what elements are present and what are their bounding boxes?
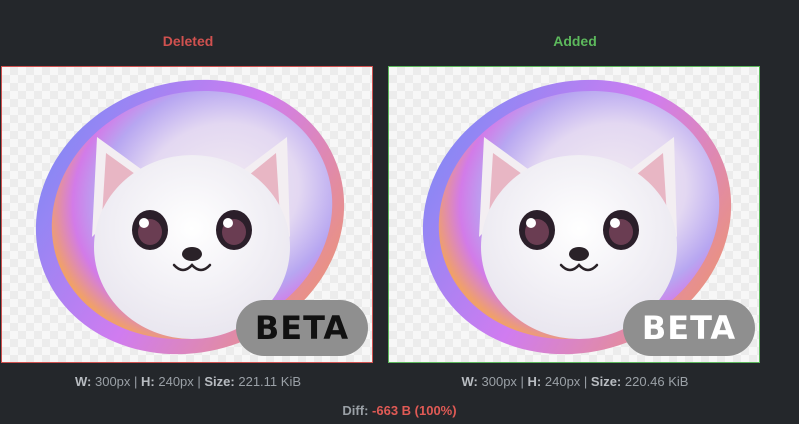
added-image-frame: BETA bbox=[388, 66, 760, 363]
added-label: Added bbox=[553, 33, 597, 49]
beta-badge: BETA bbox=[623, 300, 755, 356]
height-value: 240px bbox=[158, 374, 194, 389]
added-image-meta: W: 300px | H: 240px | Size: 220.46 KiB bbox=[461, 374, 689, 389]
size-value: 220.46 KiB bbox=[624, 374, 689, 389]
diff-label: Diff: bbox=[342, 403, 369, 418]
diff-summary: Diff: -663 B (100%) bbox=[0, 403, 799, 418]
size-value: 221.11 KiB bbox=[238, 374, 301, 389]
deleted-image-frame: BETA bbox=[1, 66, 373, 363]
height-label: H: bbox=[527, 374, 542, 389]
deleted-image-meta: W: 300px | H: 240px | Size: 221.11 KiB bbox=[74, 374, 301, 389]
beta-badge: BETA bbox=[236, 300, 368, 356]
size-label: Size: bbox=[590, 374, 622, 389]
image-diff-view: Deleted Added BETA BETA W: 300px | H: 24… bbox=[0, 0, 799, 424]
diff-value: -663 B (100%) bbox=[372, 403, 457, 418]
width-value: 300px bbox=[481, 374, 517, 389]
height-label: H: bbox=[141, 374, 155, 389]
deleted-label: Deleted bbox=[162, 33, 214, 49]
width-label: W: bbox=[461, 374, 478, 389]
size-label: Size: bbox=[204, 374, 235, 389]
height-value: 240px bbox=[544, 374, 581, 389]
width-label: W: bbox=[74, 374, 92, 389]
width-value: 300px bbox=[94, 374, 131, 389]
